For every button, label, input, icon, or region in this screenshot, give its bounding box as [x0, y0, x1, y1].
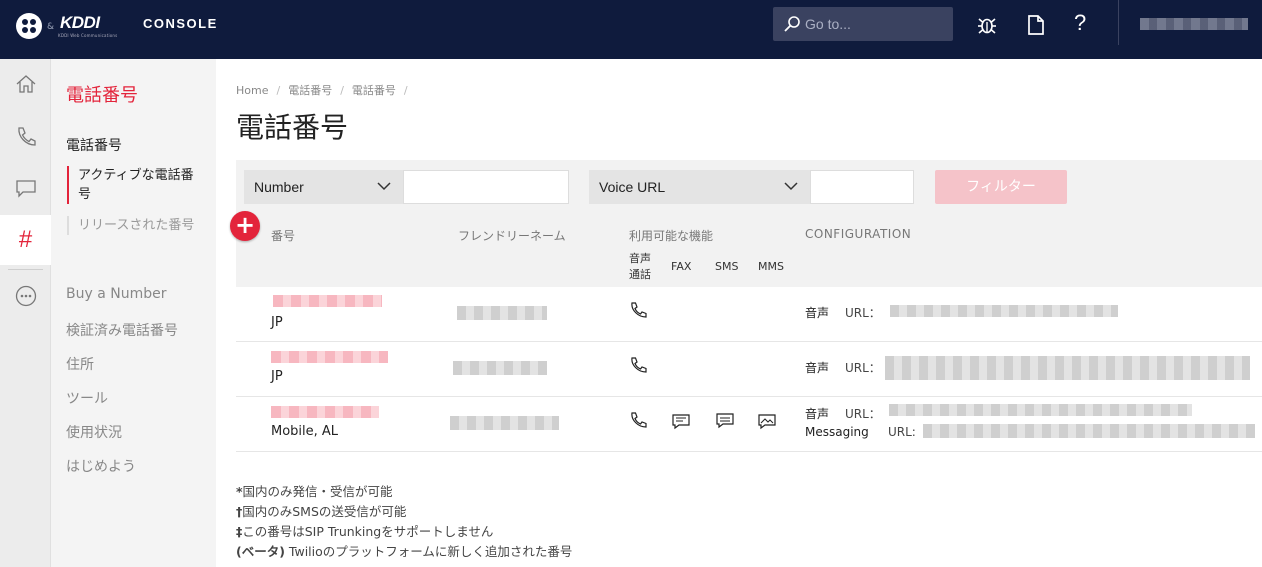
friendly-name-redacted	[457, 306, 547, 320]
col-capabilities: 利用可能な機能	[629, 229, 714, 243]
sms-capability-icon	[716, 413, 734, 429]
rail-voice[interactable]	[0, 111, 51, 161]
config-messaging-url-label: URL:	[888, 425, 916, 439]
rail-messaging[interactable]	[0, 163, 51, 213]
config-voice-label: 音声	[805, 361, 830, 375]
voice-url-redacted	[890, 305, 1118, 317]
number-region: JP	[271, 369, 283, 384]
config-messaging-label: Messaging	[805, 425, 869, 439]
number-region: Mobile, AL	[271, 424, 339, 439]
chat-icon	[15, 180, 36, 198]
phone-icon	[17, 127, 36, 146]
phone-number-redacted[interactable]	[271, 406, 379, 418]
voice-capability-icon	[631, 302, 647, 318]
voice-url-filter-input[interactable]	[810, 170, 914, 204]
col-fax: FAX	[671, 260, 692, 273]
filter-button[interactable]: フィルター	[935, 170, 1067, 204]
col-number: 番号	[271, 229, 296, 243]
voice-url-redacted	[889, 404, 1192, 416]
table-row[interactable]: Mobile, AL 音声 URL： Messaging URL:	[236, 397, 1262, 452]
filter-bar: Number Voice URL フィルター	[236, 160, 1262, 213]
add-number-button[interactable]: +	[230, 211, 260, 241]
subnav-title: 電話番号	[66, 85, 138, 106]
footnote-no-sip-trunking: ‡この番号はSIP Trunkingをサポートしません	[236, 524, 494, 539]
hash-icon: #	[18, 226, 33, 253]
chevron-down-icon	[784, 182, 798, 191]
bug-icon[interactable]	[975, 13, 999, 37]
sub-navigation: 電話番号 電話番号 アクティブな電話番号 リリースされた番号 Buy a Num…	[51, 59, 216, 567]
friendly-name-redacted	[453, 361, 547, 375]
breadcrumb-phone-numbers[interactable]: 電話番号	[288, 84, 332, 97]
kddi-logo: KDDI	[60, 13, 100, 32]
config-voice-label: 音声	[805, 407, 830, 421]
config-voice-url-label: URL：	[845, 361, 881, 375]
more-icon	[15, 285, 36, 307]
icon-rail: #	[0, 59, 51, 567]
friendly-name-redacted	[450, 416, 559, 430]
kddi-logo-subtitle: KDDI Web Communications	[58, 33, 118, 38]
footnote-domestic-voice: *国内のみ発信・受信が可能	[236, 484, 393, 499]
messaging-url-redacted	[923, 424, 1255, 438]
chevron-down-icon	[377, 182, 391, 191]
rail-more[interactable]	[0, 271, 51, 321]
goto-search-input[interactable]	[805, 7, 945, 41]
config-voice-url-label: URL：	[845, 306, 881, 320]
rail-phone-numbers[interactable]: #	[0, 215, 51, 265]
subnav-item-tools[interactable]: ツール	[66, 388, 108, 408]
rail-home[interactable]	[0, 59, 51, 109]
voice-capability-icon	[631, 412, 647, 428]
col-voice: 音声 通話	[629, 252, 651, 281]
filter-field-select-number[interactable]: Number	[244, 170, 403, 204]
config-voice-url-label: URL：	[845, 407, 881, 421]
filter-field-label-number: Number	[254, 179, 304, 195]
home-icon	[16, 75, 35, 93]
document-icon[interactable]	[1024, 13, 1048, 37]
subnav-item-buy-number[interactable]: Buy a Number	[66, 286, 166, 302]
twilio-logo-icon[interactable]	[16, 13, 42, 39]
subnav-item-addresses[interactable]: 住所	[66, 354, 94, 374]
mms-capability-icon	[758, 414, 776, 430]
subnav-item-active-numbers[interactable]: アクティブな電話番号	[67, 166, 197, 204]
logo-ampersand: &	[47, 22, 55, 32]
col-sms: SMS	[715, 260, 739, 273]
goto-search[interactable]	[773, 7, 953, 41]
table-row[interactable]: JP 音声 URL：	[236, 342, 1262, 397]
number-filter-input[interactable]	[403, 170, 569, 204]
col-mms: MMS	[758, 260, 784, 273]
subnav-item-getting-started[interactable]: はじめよう	[66, 456, 136, 476]
voice-capability-icon	[631, 357, 647, 373]
topbar-divider	[1118, 0, 1119, 45]
col-friendly-name: フレンドリーネーム	[458, 229, 566, 243]
rail-divider	[8, 269, 43, 270]
table-row[interactable]: JP 音声 URL：	[236, 287, 1262, 342]
console-title[interactable]: CONSOLE	[143, 16, 218, 31]
subnav-item-released-numbers[interactable]: リリースされた番号	[67, 216, 197, 235]
footnote-domestic-sms: †国内のみSMSの送受信が可能	[236, 504, 407, 519]
col-configuration: CONFIGURATION	[805, 227, 912, 241]
top-bar: & KDDI KDDI Web Communications CONSOLE ?	[0, 0, 1262, 59]
number-region: JP	[271, 315, 283, 330]
help-icon[interactable]: ?	[1074, 10, 1086, 36]
phone-number-redacted[interactable]	[271, 351, 388, 363]
table-header: 番号 フレンドリーネーム 利用可能な機能 CONFIGURATION 音声 通話…	[236, 213, 1262, 287]
config-voice-label: 音声	[805, 306, 830, 320]
search-icon	[784, 16, 800, 32]
subnav-item-verified-numbers[interactable]: 検証済み電話番号	[66, 320, 178, 340]
subnav-item-usage[interactable]: 使用状況	[66, 422, 122, 442]
account-name-redacted[interactable]	[1140, 18, 1248, 30]
subnav-section-phone-numbers[interactable]: 電話番号	[66, 135, 122, 155]
breadcrumb-phone-numbers-2[interactable]: 電話番号	[352, 84, 396, 97]
filter-field-select-voice-url[interactable]: Voice URL	[589, 170, 810, 204]
filter-field-label-voice-url: Voice URL	[599, 179, 666, 195]
fax-capability-icon	[672, 414, 690, 430]
phone-number-redacted[interactable]	[273, 295, 382, 307]
footnotes: *国内のみ発信・受信が可能 †国内のみSMSの送受信が可能 ‡この番号はSIP …	[236, 482, 572, 562]
page-title: 電話番号	[236, 111, 349, 144]
breadcrumb: Home / 電話番号 / 電話番号 /	[236, 84, 408, 97]
voice-url-redacted	[885, 356, 1250, 380]
footnote-beta: (ベータ) Twilioのプラットフォームに新しく追加された番号	[236, 544, 573, 559]
breadcrumb-home[interactable]: Home	[236, 84, 268, 97]
